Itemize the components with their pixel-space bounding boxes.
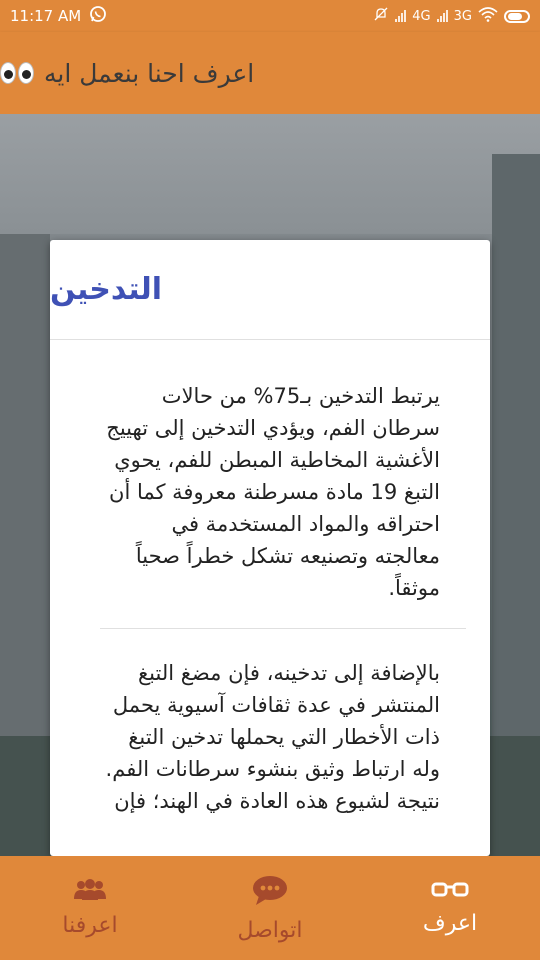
card-paragraph-2: بالإضافة إلى تدخينه، فإن مضغ التبغ المنت… <box>105 661 440 813</box>
network-type-1: 4G <box>412 8 431 24</box>
wifi-icon <box>478 6 498 26</box>
chat-bubble-icon <box>251 874 289 906</box>
whatsapp-icon <box>89 5 107 27</box>
nav-item-contact[interactable]: اتواصل <box>180 856 360 960</box>
glasses-icon <box>431 881 469 899</box>
people-icon <box>73 878 107 901</box>
signal-icon-2 <box>436 10 448 22</box>
status-bar: 11:17 AM 4G 3G <box>0 0 540 32</box>
nav-label-learn: اعرف <box>422 910 478 936</box>
nav-item-about[interactable]: اعرفنا <box>0 856 180 960</box>
app-title-text: اعرف احنا بنعمل ايه <box>44 58 255 88</box>
card-title: التدخين <box>50 240 490 340</box>
network-type-2: 3G <box>453 8 472 24</box>
app-bar: اعرف احنا بنعمل ايه <box>0 32 540 114</box>
signal-icon <box>395 10 407 22</box>
info-card: التدخين يرتبط التدخين بـ75% من حالات سرط… <box>50 240 490 856</box>
nav-item-learn[interactable]: اعرف <box>360 856 540 960</box>
battery-icon <box>504 9 530 23</box>
card-paragraph-1: يرتبط التدخين بـ75% من حالات سرطان الفم،… <box>106 384 440 600</box>
app-title: اعرف احنا بنعمل ايه <box>0 59 254 88</box>
nav-label-about: اعرفنا <box>62 912 118 938</box>
bottom-nav: اعرف اتواصل اعرفنا <box>0 856 540 960</box>
nav-label-contact: اتواصل <box>237 917 303 943</box>
eyes-emoji-icon <box>0 62 34 84</box>
mute-icon <box>373 6 389 26</box>
status-time: 11:17 AM <box>10 7 82 25</box>
